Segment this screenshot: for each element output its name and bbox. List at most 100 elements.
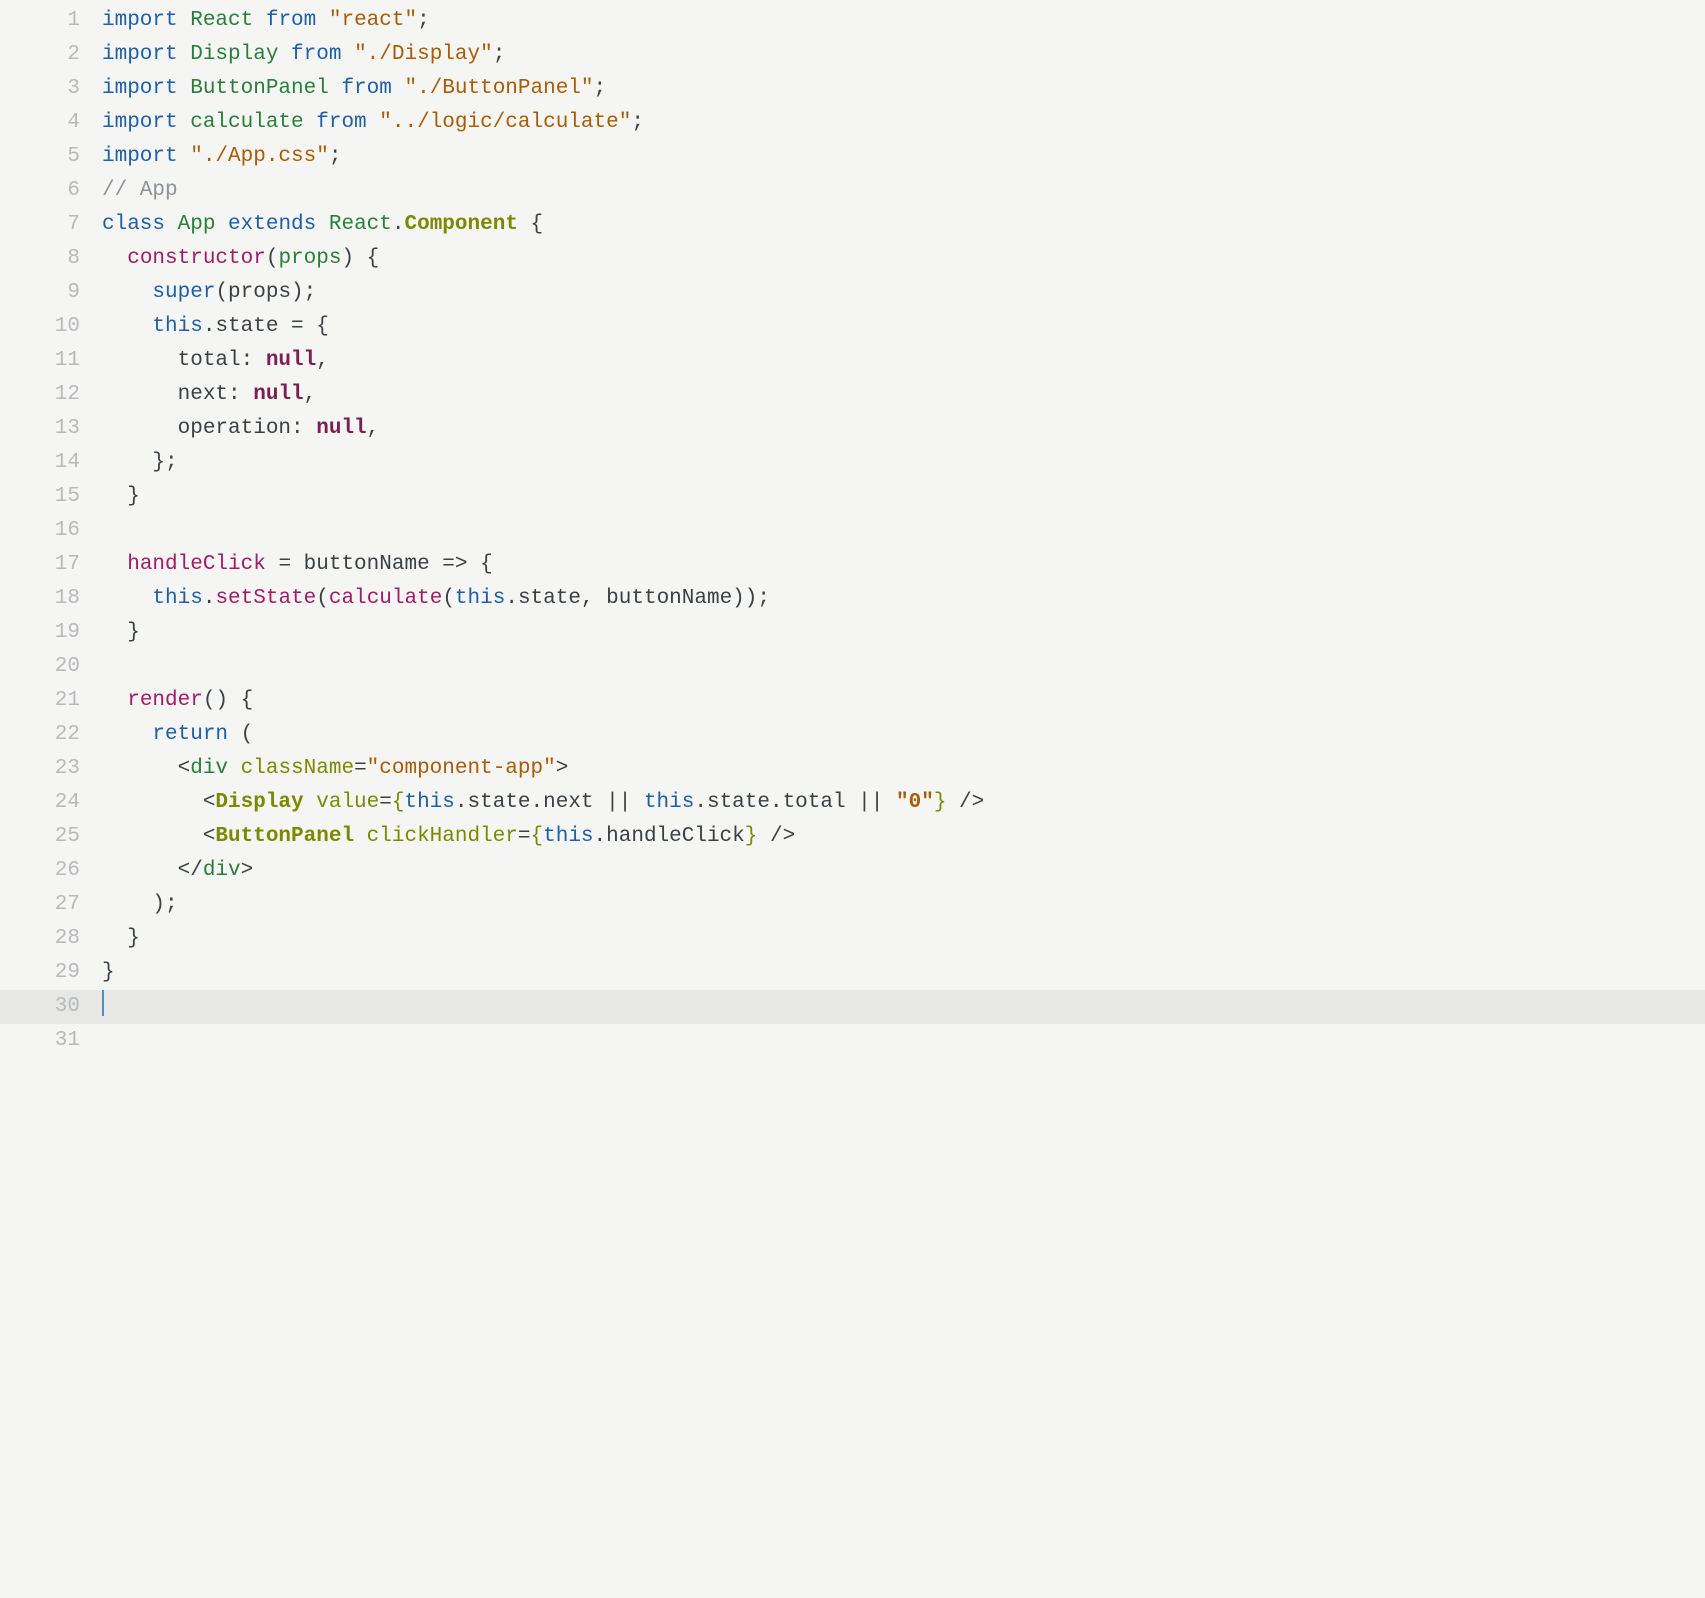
line-number: 25 bbox=[0, 820, 102, 854]
code-token: return bbox=[152, 723, 228, 746]
code-token: null bbox=[253, 383, 303, 406]
line-number: 5 bbox=[0, 140, 102, 174]
code-token: .state.next || bbox=[455, 791, 644, 814]
code-token: clickHandler bbox=[367, 825, 518, 848]
code-content[interactable]: super(props); bbox=[102, 276, 1705, 310]
code-content[interactable]: this.state = { bbox=[102, 310, 1705, 344]
code-token: , bbox=[316, 349, 329, 372]
code-content[interactable] bbox=[102, 990, 1705, 1024]
code-line[interactable]: 3import ButtonPanel from "./ButtonPanel"… bbox=[0, 72, 1705, 106]
code-content[interactable]: render() { bbox=[102, 684, 1705, 718]
code-line[interactable]: 16 bbox=[0, 514, 1705, 548]
code-token: div bbox=[190, 757, 228, 780]
code-content[interactable]: import "./App.css"; bbox=[102, 140, 1705, 174]
code-content[interactable]: next: null, bbox=[102, 378, 1705, 412]
line-number: 24 bbox=[0, 786, 102, 820]
code-content[interactable]: total: null, bbox=[102, 344, 1705, 378]
code-content[interactable]: }; bbox=[102, 446, 1705, 480]
code-line[interactable]: 19 } bbox=[0, 616, 1705, 650]
code-line[interactable]: 6// App bbox=[0, 174, 1705, 208]
code-line[interactable]: 10 this.state = { bbox=[0, 310, 1705, 344]
code-token bbox=[278, 43, 291, 66]
line-number: 9 bbox=[0, 276, 102, 310]
code-line[interactable]: 20 bbox=[0, 650, 1705, 684]
line-number: 16 bbox=[0, 514, 102, 548]
code-line[interactable]: 28 } bbox=[0, 922, 1705, 956]
code-content[interactable]: import ButtonPanel from "./ButtonPanel"; bbox=[102, 72, 1705, 106]
code-token: div bbox=[203, 859, 241, 882]
line-number: 14 bbox=[0, 446, 102, 480]
code-content[interactable]: ); bbox=[102, 888, 1705, 922]
code-line[interactable]: 18 this.setState(calculate(this.state, b… bbox=[0, 582, 1705, 616]
code-token: super bbox=[152, 281, 215, 304]
code-line[interactable]: 30 bbox=[0, 990, 1705, 1024]
code-content[interactable]: } bbox=[102, 956, 1705, 990]
code-content[interactable]: return ( bbox=[102, 718, 1705, 752]
code-content[interactable]: import calculate from "../logic/calculat… bbox=[102, 106, 1705, 140]
code-content[interactable]: } bbox=[102, 922, 1705, 956]
line-number: 11 bbox=[0, 344, 102, 378]
code-token bbox=[102, 587, 152, 610]
code-line[interactable]: 2import Display from "./Display"; bbox=[0, 38, 1705, 72]
code-line[interactable]: 23 <div className="component-app"> bbox=[0, 752, 1705, 786]
code-line[interactable]: 31 bbox=[0, 1024, 1705, 1058]
code-token: < bbox=[102, 825, 215, 848]
code-token: this bbox=[644, 791, 694, 814]
code-line[interactable]: 22 return ( bbox=[0, 718, 1705, 752]
line-number: 26 bbox=[0, 854, 102, 888]
code-token bbox=[316, 9, 329, 32]
code-content[interactable]: } bbox=[102, 480, 1705, 514]
code-token: App bbox=[178, 213, 216, 236]
code-line[interactable]: 8 constructor(props) { bbox=[0, 242, 1705, 276]
code-content[interactable]: import Display from "./Display"; bbox=[102, 38, 1705, 72]
code-line[interactable]: 15 } bbox=[0, 480, 1705, 514]
code-token: Component bbox=[405, 213, 518, 236]
code-line[interactable]: 7class App extends React.Component { bbox=[0, 208, 1705, 242]
code-line[interactable]: 24 <Display value={this.state.next || th… bbox=[0, 786, 1705, 820]
code-token bbox=[102, 689, 127, 712]
code-content[interactable]: operation: null, bbox=[102, 412, 1705, 446]
code-token bbox=[215, 213, 228, 236]
code-token: }; bbox=[102, 451, 178, 474]
code-editor[interactable]: 1import React from "react";2import Displ… bbox=[0, 0, 1705, 1058]
code-token: ; bbox=[417, 9, 430, 32]
code-line[interactable]: 12 next: null, bbox=[0, 378, 1705, 412]
code-token: React bbox=[329, 213, 392, 236]
code-line[interactable]: 21 render() { bbox=[0, 684, 1705, 718]
code-content[interactable]: } bbox=[102, 616, 1705, 650]
code-line[interactable]: 27 ); bbox=[0, 888, 1705, 922]
code-line[interactable]: 26 </div> bbox=[0, 854, 1705, 888]
code-content[interactable]: class App extends React.Component { bbox=[102, 208, 1705, 242]
code-token: .handleClick bbox=[594, 825, 745, 848]
code-token: "./ButtonPanel" bbox=[404, 77, 593, 100]
code-line[interactable]: 29} bbox=[0, 956, 1705, 990]
code-token: React bbox=[190, 9, 253, 32]
code-content[interactable]: import React from "react"; bbox=[102, 4, 1705, 38]
code-content[interactable]: </div> bbox=[102, 854, 1705, 888]
code-token: { bbox=[531, 825, 544, 848]
code-token: import bbox=[102, 9, 190, 32]
code-content[interactable]: <Display value={this.state.next || this.… bbox=[102, 786, 1705, 820]
code-line[interactable]: 14 }; bbox=[0, 446, 1705, 480]
code-content[interactable]: <ButtonPanel clickHandler={this.handleCl… bbox=[102, 820, 1705, 854]
code-token bbox=[329, 77, 342, 100]
code-line[interactable]: 11 total: null, bbox=[0, 344, 1705, 378]
code-line[interactable]: 17 handleClick = buttonName => { bbox=[0, 548, 1705, 582]
code-token: ButtonPanel bbox=[190, 77, 329, 100]
code-content[interactable]: // App bbox=[102, 174, 1705, 208]
code-line[interactable]: 1import React from "react"; bbox=[0, 4, 1705, 38]
code-content[interactable]: this.setState(calculate(this.state, butt… bbox=[102, 582, 1705, 616]
code-line[interactable]: 25 <ButtonPanel clickHandler={this.handl… bbox=[0, 820, 1705, 854]
code-content[interactable]: constructor(props) { bbox=[102, 242, 1705, 276]
line-number: 10 bbox=[0, 310, 102, 344]
code-token: from bbox=[316, 111, 366, 134]
code-content[interactable]: <div className="component-app"> bbox=[102, 752, 1705, 786]
code-token: } bbox=[934, 791, 947, 814]
code-token: handleClick bbox=[127, 553, 266, 576]
code-content[interactable]: handleClick = buttonName => { bbox=[102, 548, 1705, 582]
code-line[interactable]: 9 super(props); bbox=[0, 276, 1705, 310]
code-line[interactable]: 5import "./App.css"; bbox=[0, 140, 1705, 174]
code-token bbox=[102, 553, 127, 576]
code-line[interactable]: 4import calculate from "../logic/calcula… bbox=[0, 106, 1705, 140]
code-line[interactable]: 13 operation: null, bbox=[0, 412, 1705, 446]
